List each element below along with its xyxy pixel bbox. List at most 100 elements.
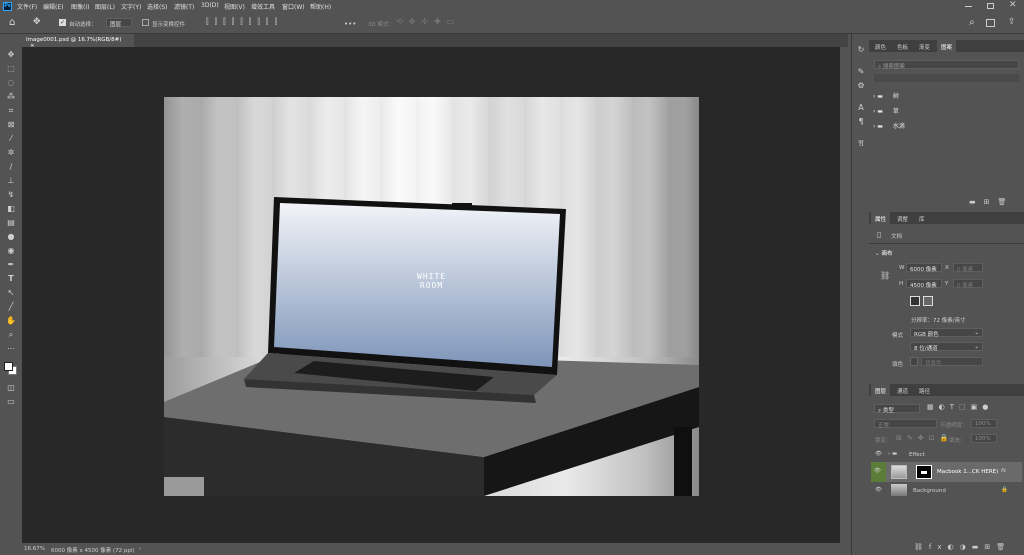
blur-tool-icon[interactable]: ● — [5, 231, 17, 243]
tab-paths[interactable]: 路径 — [915, 384, 934, 397]
menu-filter[interactable]: 滤镜(T) — [174, 2, 194, 11]
width-field[interactable]: 6000 像素 — [906, 263, 942, 273]
menu-image[interactable]: 图像(I) — [71, 2, 89, 11]
menu-3d[interactable]: 3D(D) — [201, 2, 219, 9]
zoom-level[interactable]: 16.67% — [24, 546, 45, 552]
menu-layer[interactable]: 图层(L) — [95, 2, 115, 11]
lock-icons[interactable]: ⊞✎✥⊡🔒 — [896, 434, 953, 442]
move-tool-icon[interactable]: ✥ — [5, 49, 17, 61]
paragraph-panel-icon[interactable]: ¶ — [855, 116, 867, 128]
pattern-folder-grass[interactable]: › ▬ 草 — [873, 106, 1020, 120]
height-field[interactable]: 4500 像素 — [906, 279, 942, 289]
bit-depth-dropdown[interactable]: 8 位/通道 ⌄ — [910, 342, 983, 352]
visibility-cell[interactable]: 👁 — [871, 462, 886, 482]
adjust-panel-icon[interactable]: ⚙ — [855, 80, 867, 92]
link-icon[interactable]: ⛓ — [880, 271, 890, 280]
workspace-icon[interactable] — [986, 19, 995, 27]
document-image[interactable]: WHITE ROOM — [164, 97, 699, 496]
layer-filter-dropdown[interactable]: ⌕ 类型 — [874, 404, 920, 414]
pattern-footer-icons[interactable]: ▬⊞🗑 — [969, 198, 1014, 206]
document-tab[interactable]: Image0001.psd @ 16.7%(RGB/8#) × — [22, 34, 134, 49]
show-transform-checkbox[interactable] — [142, 19, 149, 26]
pattern-folder-water[interactable]: › ▬ 水滴 — [873, 121, 1020, 135]
menu-view[interactable]: 视图(V) — [224, 2, 245, 11]
eraser-tool-icon[interactable]: ◧ — [5, 203, 17, 215]
layer-row-macbook[interactable]: 👁 Macbook 1...CK HERE) fx — [871, 462, 1022, 482]
history-panel-icon[interactable]: ↻ — [855, 44, 867, 56]
menu-edit[interactable]: 编辑(E) — [43, 2, 63, 11]
frame-tool-icon[interactable]: ⊠ — [5, 119, 17, 131]
hand-tool-icon[interactable]: ✋ — [5, 315, 17, 327]
tab-patterns[interactable]: 图案 — [937, 40, 957, 53]
tab-layers[interactable]: 图层 — [871, 384, 891, 397]
lasso-tool-icon[interactable]: ◌ — [5, 77, 17, 89]
tab-libraries[interactable]: 库 — [915, 212, 929, 225]
pen-tool-icon[interactable]: ✒ — [5, 259, 17, 271]
status-arrow-icon[interactable]: › — [139, 546, 141, 552]
magic-wand-tool-icon[interactable]: ⁂ — [5, 91, 17, 103]
layers-footer-icons[interactable]: ⛓fx◐◑▬⊞🗑 — [914, 543, 1011, 551]
brush-settings-icon[interactable]: ✎ — [855, 66, 867, 78]
auto-select-checkbox[interactable]: ✓ — [59, 19, 66, 26]
fill-swatch[interactable] — [910, 357, 918, 366]
eye-icon[interactable]: 👁 — [875, 451, 882, 457]
menu-plugins[interactable]: 增效工具 — [251, 2, 275, 11]
menu-help[interactable]: 帮助(H) — [310, 2, 331, 11]
close-icon[interactable]: ✕ — [1009, 0, 1017, 10]
eye-icon[interactable]: 👁 — [875, 487, 882, 493]
menu-type[interactable]: 文字(Y) — [121, 2, 141, 11]
minimize-icon[interactable] — [965, 6, 972, 7]
menu-file[interactable]: 文件(F) — [17, 2, 37, 11]
search-icon[interactable]: ⌕ — [969, 17, 975, 28]
history-brush-icon[interactable]: ↯ — [5, 189, 17, 201]
marquee-tool-icon[interactable]: ⬚ — [5, 63, 17, 75]
zoom-tool-icon[interactable]: ⌕ — [5, 329, 17, 341]
tab-gradients[interactable]: 渐变 — [915, 40, 934, 53]
orientation-portrait-icon[interactable] — [910, 296, 920, 306]
x-field[interactable]: 0 像素 — [953, 263, 983, 273]
maximize-icon[interactable] — [987, 3, 994, 9]
mode-dropdown[interactable]: RGB 颜色 ⌄ — [910, 328, 983, 338]
menu-select[interactable]: 选择(S) — [147, 2, 168, 11]
align-icons[interactable]: ⫿⫿⫿⫿⫿⫿⫿⫿⫿ — [206, 17, 283, 27]
tab-color[interactable]: 颜色 — [871, 40, 890, 53]
eyedropper-tool-icon[interactable]: ⁄ — [5, 133, 17, 145]
stamp-tool-icon[interactable]: ⊥ — [5, 175, 17, 187]
healing-tool-icon[interactable]: ✲ — [5, 147, 17, 159]
fx-badge[interactable]: fx — [1001, 468, 1006, 474]
pattern-folder-tree[interactable]: › ▬ 树 — [873, 91, 1020, 105]
layer-filter-icons[interactable]: ▦◐T⬚▣● — [927, 403, 993, 411]
quick-mask-icon[interactable]: ◫ — [5, 382, 17, 394]
auto-select-dropdown[interactable]: 图层 — [106, 18, 132, 28]
tab-swatches[interactable]: 色板 — [893, 40, 912, 53]
tab-adjustments[interactable]: 调整 — [893, 212, 912, 225]
foreground-color-swatch[interactable] — [4, 362, 13, 371]
more-options[interactable]: ••• — [344, 20, 356, 28]
y-field[interactable]: 0 像素 — [953, 279, 983, 289]
glyphs-panel-icon[interactable]: 𝔄 — [855, 138, 867, 150]
move-tool-icon[interactable]: ✥ — [33, 17, 41, 27]
pattern-search-input[interactable]: ⌕ 搜索图案 — [874, 60, 1019, 70]
canvas-section-header[interactable]: ⌄ 画布 — [875, 249, 893, 257]
gradient-tool-icon[interactable]: ▤ — [5, 217, 17, 229]
brush-tool-icon[interactable]: ∕ — [5, 161, 17, 173]
layer-row-background[interactable]: 👁 Background 🔒 — [871, 482, 1022, 499]
fill-opacity-field[interactable]: 100% — [971, 434, 997, 443]
layer-row-effect[interactable]: 👁 › ▬ Effect — [871, 448, 1022, 462]
share-icon[interactable]: ⇪ — [1008, 17, 1016, 27]
more-tools-icon[interactable]: ⋯ — [5, 343, 17, 355]
character-panel-icon[interactable]: A — [855, 102, 867, 114]
opacity-field[interactable]: 100% — [971, 419, 997, 428]
path-select-tool-icon[interactable]: ↖ — [5, 287, 17, 299]
home-icon[interactable]: ⌂ — [9, 17, 15, 28]
type-tool-icon[interactable]: T — [5, 273, 17, 285]
3d-mode-icons[interactable]: ⟲✥✣✚▭ — [396, 17, 460, 26]
blend-mode-dropdown[interactable]: 正常 — [874, 419, 937, 429]
tab-properties[interactable]: 属性 — [871, 212, 891, 225]
dodge-tool-icon[interactable]: ◉ — [5, 245, 17, 257]
fill-dropdown[interactable]: 背景色 — [921, 357, 983, 367]
canvas-area[interactable]: WHITE ROOM — [22, 47, 840, 543]
line-tool-icon[interactable]: ╱ — [5, 301, 17, 313]
tab-channels[interactable]: 通道 — [893, 384, 912, 397]
orientation-landscape-icon[interactable] — [923, 296, 933, 306]
